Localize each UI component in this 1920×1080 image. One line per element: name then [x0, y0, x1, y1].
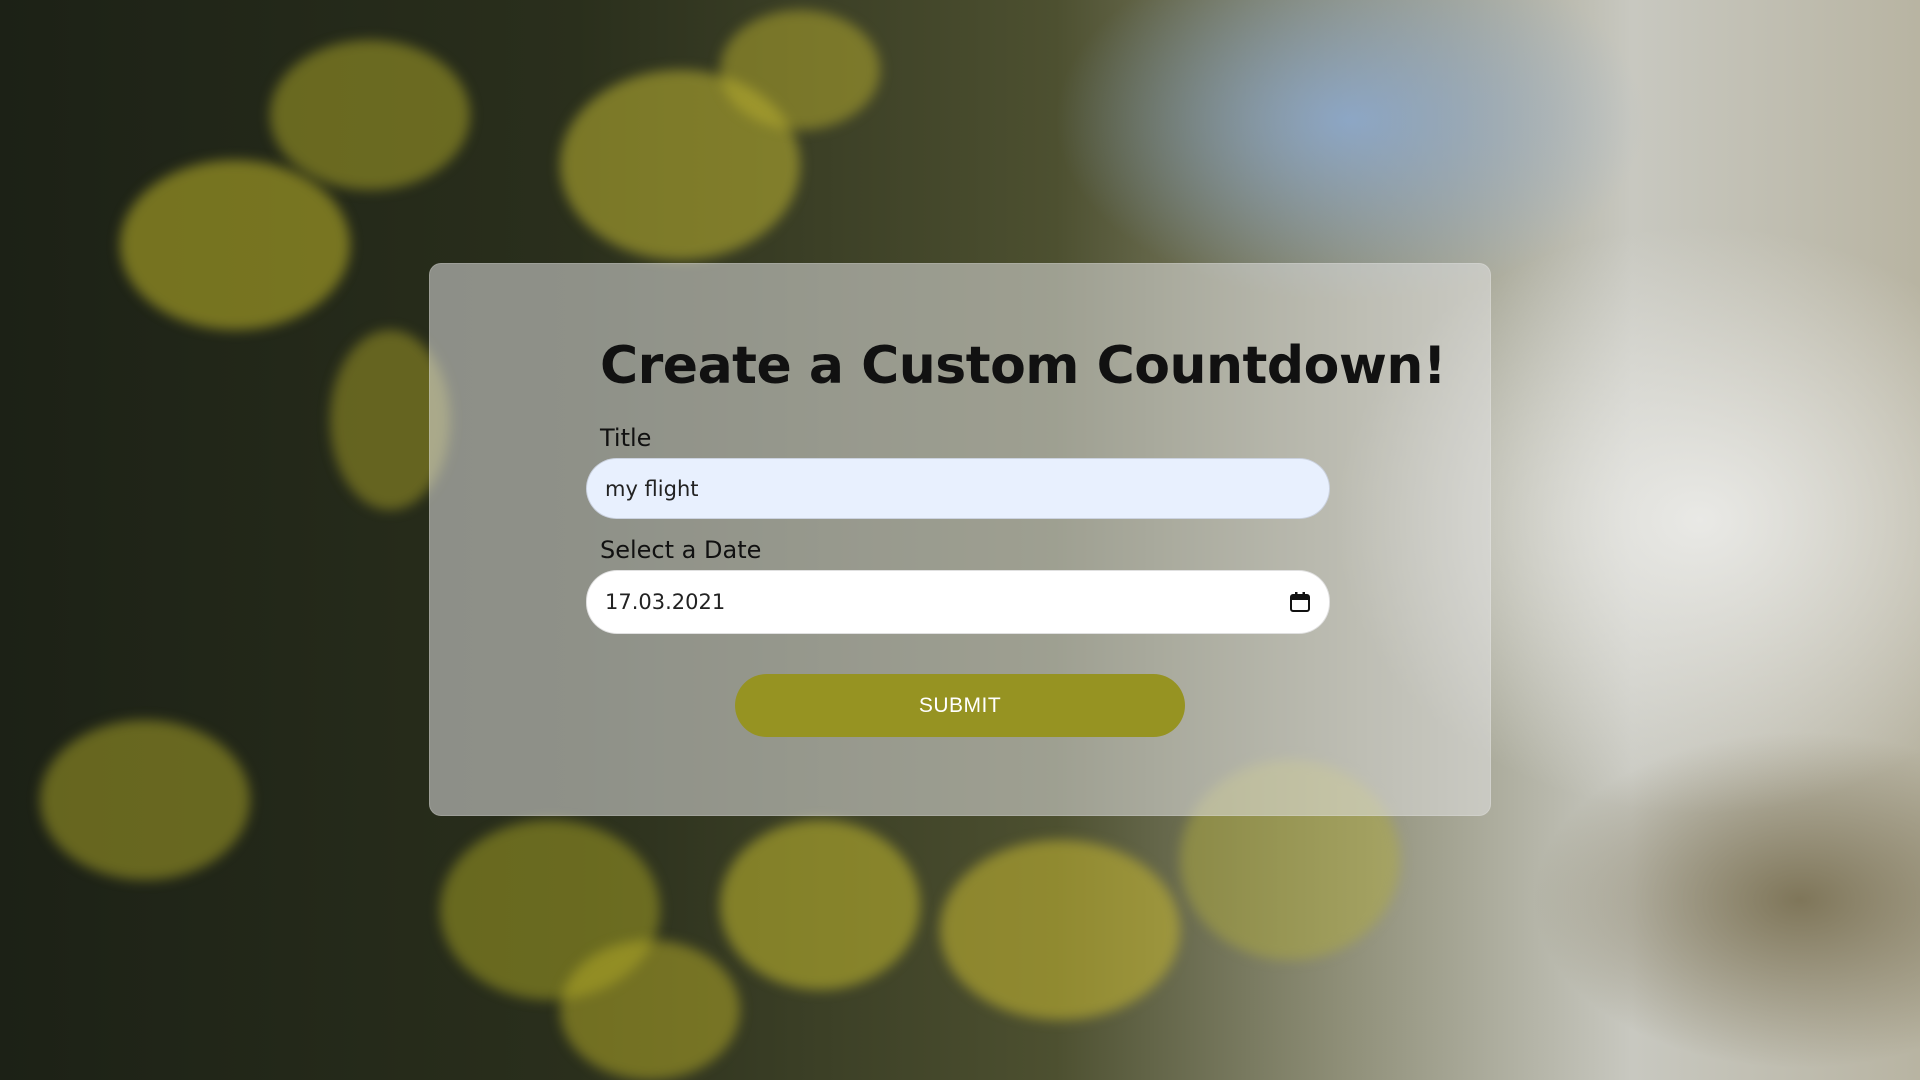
calendar-icon[interactable]	[1289, 591, 1311, 613]
background-flower	[270, 40, 470, 190]
background-flower	[120, 160, 350, 330]
date-input-value: 17.03.2021	[605, 590, 726, 614]
title-input-value: my flight	[605, 476, 699, 501]
submit-button[interactable]: SUBMIT	[735, 674, 1185, 737]
date-input[interactable]: 17.03.2021	[586, 570, 1330, 634]
title-input[interactable]: my flight	[586, 458, 1330, 519]
date-label: Select a Date	[600, 536, 762, 564]
page-title: Create a Custom Countdown!	[600, 336, 1447, 396]
background-flower	[720, 10, 880, 130]
background-flower	[560, 940, 740, 1080]
background-flower	[720, 820, 920, 990]
background-flower	[40, 720, 250, 880]
title-label: Title	[600, 424, 652, 452]
background-flower	[940, 840, 1180, 1020]
